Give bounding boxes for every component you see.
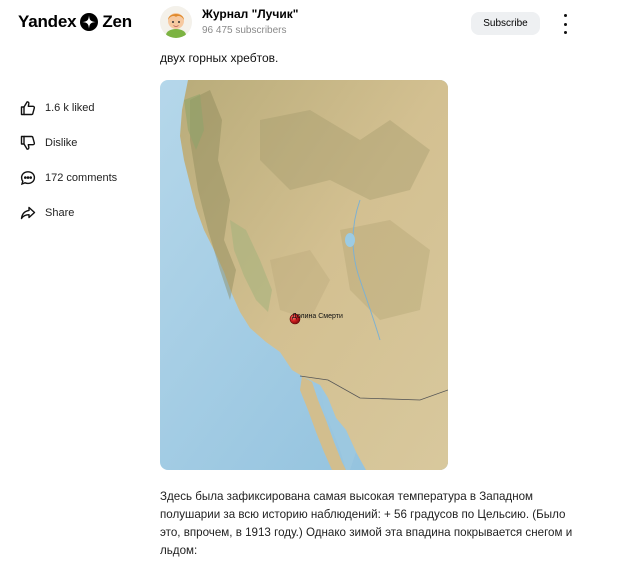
map-location-label: Долина Смерти <box>292 313 343 320</box>
share-button[interactable]: Share <box>20 195 117 230</box>
comments-button[interactable]: 172 comments <box>20 160 117 195</box>
zen-star-icon <box>80 13 99 31</box>
yandex-zen-logo[interactable]: Yandex Zen <box>18 12 132 32</box>
article-paragraph: Здесь была зафиксирована самая высокая т… <box>160 490 573 557</box>
comment-icon <box>20 170 36 186</box>
channel-name[interactable]: Журнал "Лучик" <box>202 7 298 22</box>
comments-count: 172 comments <box>45 171 118 184</box>
thumbs-down-icon <box>20 135 36 151</box>
dislike-label: Dislike <box>45 136 78 149</box>
like-button[interactable]: 1.6 k liked <box>20 90 117 125</box>
logo-text-zen: Zen <box>102 12 132 31</box>
share-icon <box>20 205 36 221</box>
dislike-button[interactable]: Dislike <box>20 125 117 160</box>
article-actions: 1.6 k liked Dislike 172 comments Share <box>20 90 117 230</box>
share-label: Share <box>45 206 75 219</box>
channel-avatar[interactable] <box>160 6 192 38</box>
logo-text-yandex: Yandex <box>18 12 77 31</box>
top-bar: Yandex Zen Журнал "Лучик" 96 475 subscri… <box>0 0 640 50</box>
article-map-image[interactable]: Долина Смерти <box>160 80 448 470</box>
like-count: 1.6 k liked <box>45 101 95 114</box>
subscribe-button[interactable]: Subscribe <box>471 12 540 35</box>
article-text-fragment: двух горных хребтов. <box>160 51 279 65</box>
more-options-icon[interactable] <box>560 14 570 34</box>
thumbs-up-icon <box>20 100 36 116</box>
subscriber-count: 96 475 subscribers <box>202 24 287 36</box>
channel-info[interactable]: Журнал "Лучик" 96 475 subscribers <box>160 6 298 38</box>
